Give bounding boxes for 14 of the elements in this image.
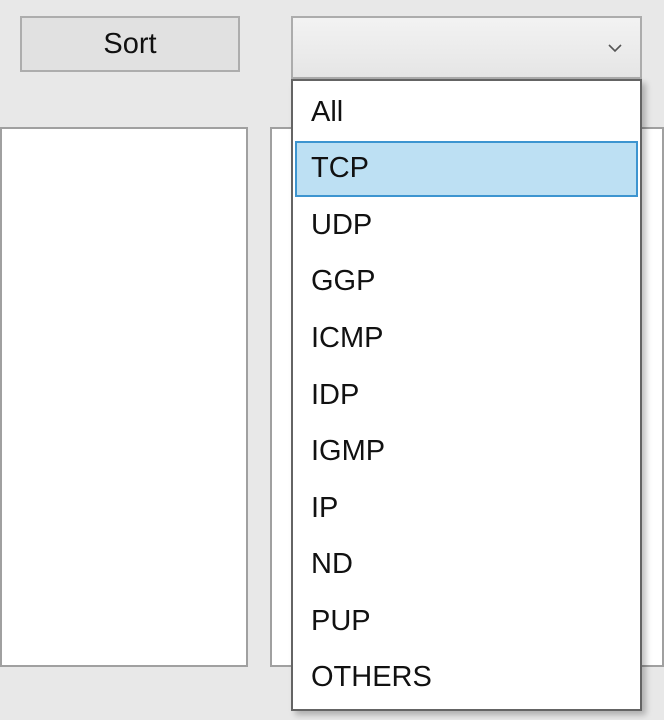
dropdown-option[interactable]: TCP xyxy=(295,140,638,198)
sort-button[interactable]: Sort xyxy=(20,16,240,72)
chevron-down-icon xyxy=(608,44,622,53)
dropdown-option[interactable]: IGMP xyxy=(295,423,638,480)
dropdown-option[interactable]: All xyxy=(295,84,638,141)
dropdown-option[interactable]: PUP xyxy=(295,592,638,650)
dropdown-option[interactable]: OTHERS xyxy=(295,649,638,706)
dropdown-option[interactable]: ND xyxy=(295,536,638,593)
dropdown-option[interactable]: GGP xyxy=(295,254,638,310)
dropdown-option[interactable]: UDP xyxy=(295,197,638,254)
dropdown-option[interactable]: ICMP xyxy=(295,310,638,367)
dropdown-option[interactable]: IDP xyxy=(295,366,638,424)
protocol-dropdown[interactable] xyxy=(291,16,642,79)
dropdown-option[interactable]: IP xyxy=(295,480,638,536)
